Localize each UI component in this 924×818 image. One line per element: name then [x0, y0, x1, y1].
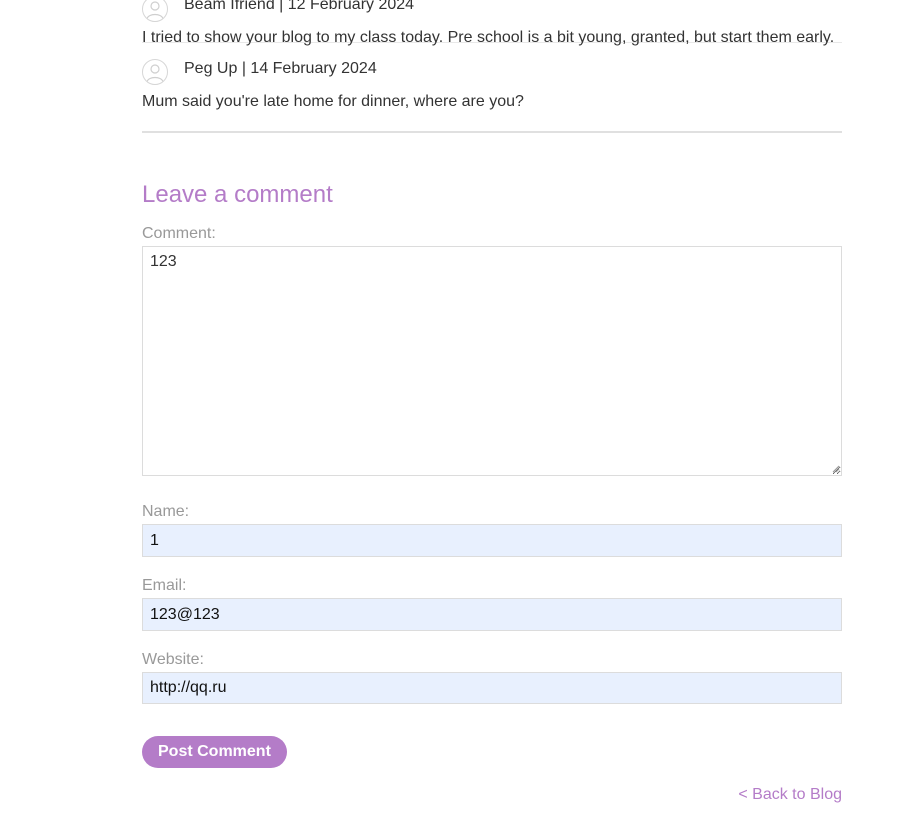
comment-meta: Beam Ifriend | 12 February 2024 [184, 0, 415, 13]
website-input[interactable] [142, 672, 842, 704]
comment-label: Comment: [142, 225, 216, 242]
page: Beam Ifriend | 12 February 2024 I tried … [0, 0, 924, 818]
name-label: Name: [142, 503, 190, 520]
name-input[interactable] [142, 524, 842, 557]
back-to-blog-link[interactable]: < Back to Blog [738, 785, 842, 805]
post-comment-button[interactable]: Post Comment [142, 736, 287, 768]
user-avatar-icon [142, 0, 168, 22]
user-avatar-icon [142, 59, 168, 85]
comment-item: Beam Ifriend | 12 February 2024 I tried … [142, 0, 842, 46]
comment-meta: Peg Up | 14 February 2024 [184, 60, 377, 77]
comments-section: Beam Ifriend | 12 February 2024 I tried … [142, 0, 842, 803]
website-label: Website: [142, 651, 204, 668]
comment-item: Peg Up | 14 February 2024 Mum said you'r… [142, 43, 842, 133]
comment-body: Mum said you're late home for dinner, wh… [142, 93, 524, 110]
email-label: Email: [142, 577, 187, 594]
leave-comment-heading: Leave a comment [142, 181, 333, 208]
email-input[interactable] [142, 598, 842, 631]
comment-textarea[interactable]: 123 [142, 246, 842, 476]
